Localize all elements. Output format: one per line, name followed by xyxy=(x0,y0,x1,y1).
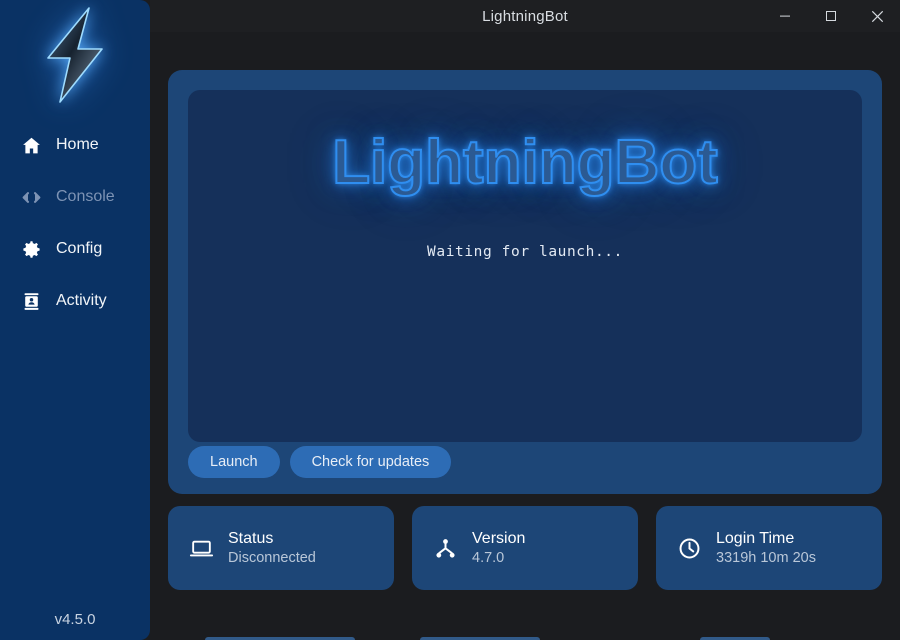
check-updates-button[interactable]: Check for updates xyxy=(290,446,452,478)
card-label: Login Time xyxy=(716,530,816,548)
card-label: Version xyxy=(472,530,525,548)
sidebar-item-label: Console xyxy=(56,188,115,206)
gear-icon xyxy=(20,238,42,260)
status-card[interactable]: Status Disconnected xyxy=(168,506,394,590)
sidebar-nav: Home Console Config xyxy=(0,124,150,322)
hero-actions: Launch Check for updates xyxy=(188,446,451,478)
sidebar-version-label: v4.5.0 xyxy=(0,611,150,628)
stat-cards: Status Disconnected Version 4.7.0 xyxy=(168,506,882,590)
clock-icon xyxy=(676,535,702,561)
minimize-icon xyxy=(779,10,791,22)
version-card[interactable]: Version 4.7.0 xyxy=(412,506,638,590)
launch-button[interactable]: Launch xyxy=(188,446,280,478)
window-title: LightningBot xyxy=(482,8,568,25)
card-value: 4.7.0 xyxy=(472,550,525,566)
card-label: Status xyxy=(228,530,316,548)
window-controls xyxy=(762,0,900,32)
sidebar-item-config[interactable]: Config xyxy=(0,228,150,270)
hero-panel: LightningBot Waiting for launch... Launc… xyxy=(168,70,882,494)
minimize-button[interactable] xyxy=(762,0,808,32)
sidebar-item-home[interactable]: Home xyxy=(0,124,150,166)
id-card-icon xyxy=(20,290,42,312)
close-button[interactable] xyxy=(854,0,900,32)
laptop-icon xyxy=(188,535,214,561)
code-brackets-icon xyxy=(20,186,42,208)
close-icon xyxy=(871,10,884,23)
home-icon xyxy=(20,134,42,156)
hero-status-text: Waiting for launch... xyxy=(427,244,623,260)
title-bar: LightningBot xyxy=(150,0,900,32)
sidebar-item-label: Activity xyxy=(56,292,107,310)
lightning-bolt-logo xyxy=(32,5,118,110)
sidebar-item-console[interactable]: Console xyxy=(0,176,150,218)
card-value: 3319h 10m 20s xyxy=(716,550,816,566)
sidebar: Home Console Config xyxy=(0,0,150,640)
main-content: LightningBot Waiting for launch... Launc… xyxy=(150,32,900,640)
maximize-icon xyxy=(825,10,837,22)
hero-title: LightningBot xyxy=(332,124,718,202)
app-logo xyxy=(0,0,150,112)
hero-display-area: LightningBot Waiting for launch... xyxy=(188,90,862,442)
sidebar-item-activity[interactable]: Activity xyxy=(0,280,150,322)
sidebar-item-label: Config xyxy=(56,240,102,258)
maximize-button[interactable] xyxy=(808,0,854,32)
login-time-card[interactable]: Login Time 3319h 10m 20s xyxy=(656,506,882,590)
app-window: Home Console Config xyxy=(0,0,900,640)
sidebar-item-label: Home xyxy=(56,136,99,154)
card-value: Disconnected xyxy=(228,550,316,566)
node-branch-icon xyxy=(432,535,458,561)
